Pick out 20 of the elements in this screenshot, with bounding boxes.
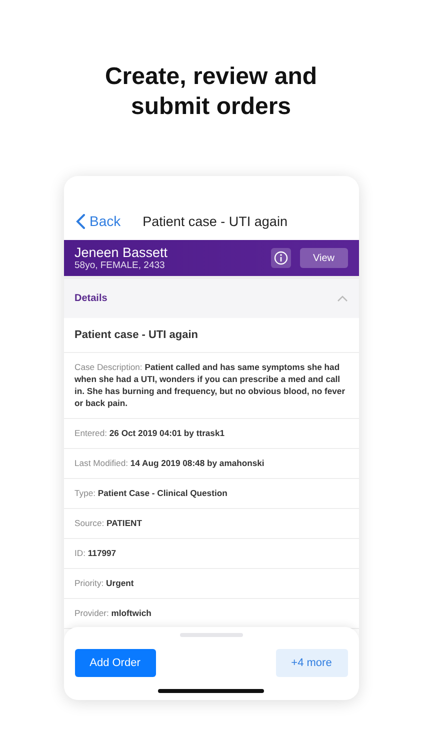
detail-text: Source: PATIENT	[64, 509, 358, 539]
patient-name: Jeneen Bassett	[74, 245, 169, 260]
detail-text: Priority: Urgent	[64, 569, 358, 599]
detail-text: Type: Patient Case - Clinical Question	[64, 479, 358, 509]
info-icon[interactable]	[271, 248, 291, 268]
back-button[interactable]: Back	[76, 213, 121, 229]
detail-text: Case Description: Patient called and has same symptoms she had when she had a UTI, wonders if you can prescribe a med and call in. She has burning and frequency, but no obvious blood, no fever or back pain.	[64, 353, 358, 419]
add-order-button[interactable]: Add Order	[74, 649, 156, 677]
case-title: Patient case - UTI again	[64, 318, 358, 353]
view-button[interactable]: View	[300, 248, 348, 268]
detail-text: Last Modified: 14 Aug 2019 08:48 by amahonski	[64, 449, 358, 479]
more-button[interactable]: +4 more	[276, 649, 348, 677]
patient-details: 58yo, FEMALE, 2433	[74, 260, 166, 271]
detail-text: Entered: 26 Oct 2019 04:01 by ttrask1	[64, 419, 358, 449]
section-title: Details	[74, 293, 108, 304]
detail-text: ID: 117997	[64, 539, 358, 569]
headline: Create, review and submit orders	[104, 62, 318, 122]
screen-title: Patient case - UTI again	[142, 214, 288, 228]
chevron-left-icon	[76, 214, 84, 228]
section-header[interactable]: Details	[64, 276, 358, 318]
